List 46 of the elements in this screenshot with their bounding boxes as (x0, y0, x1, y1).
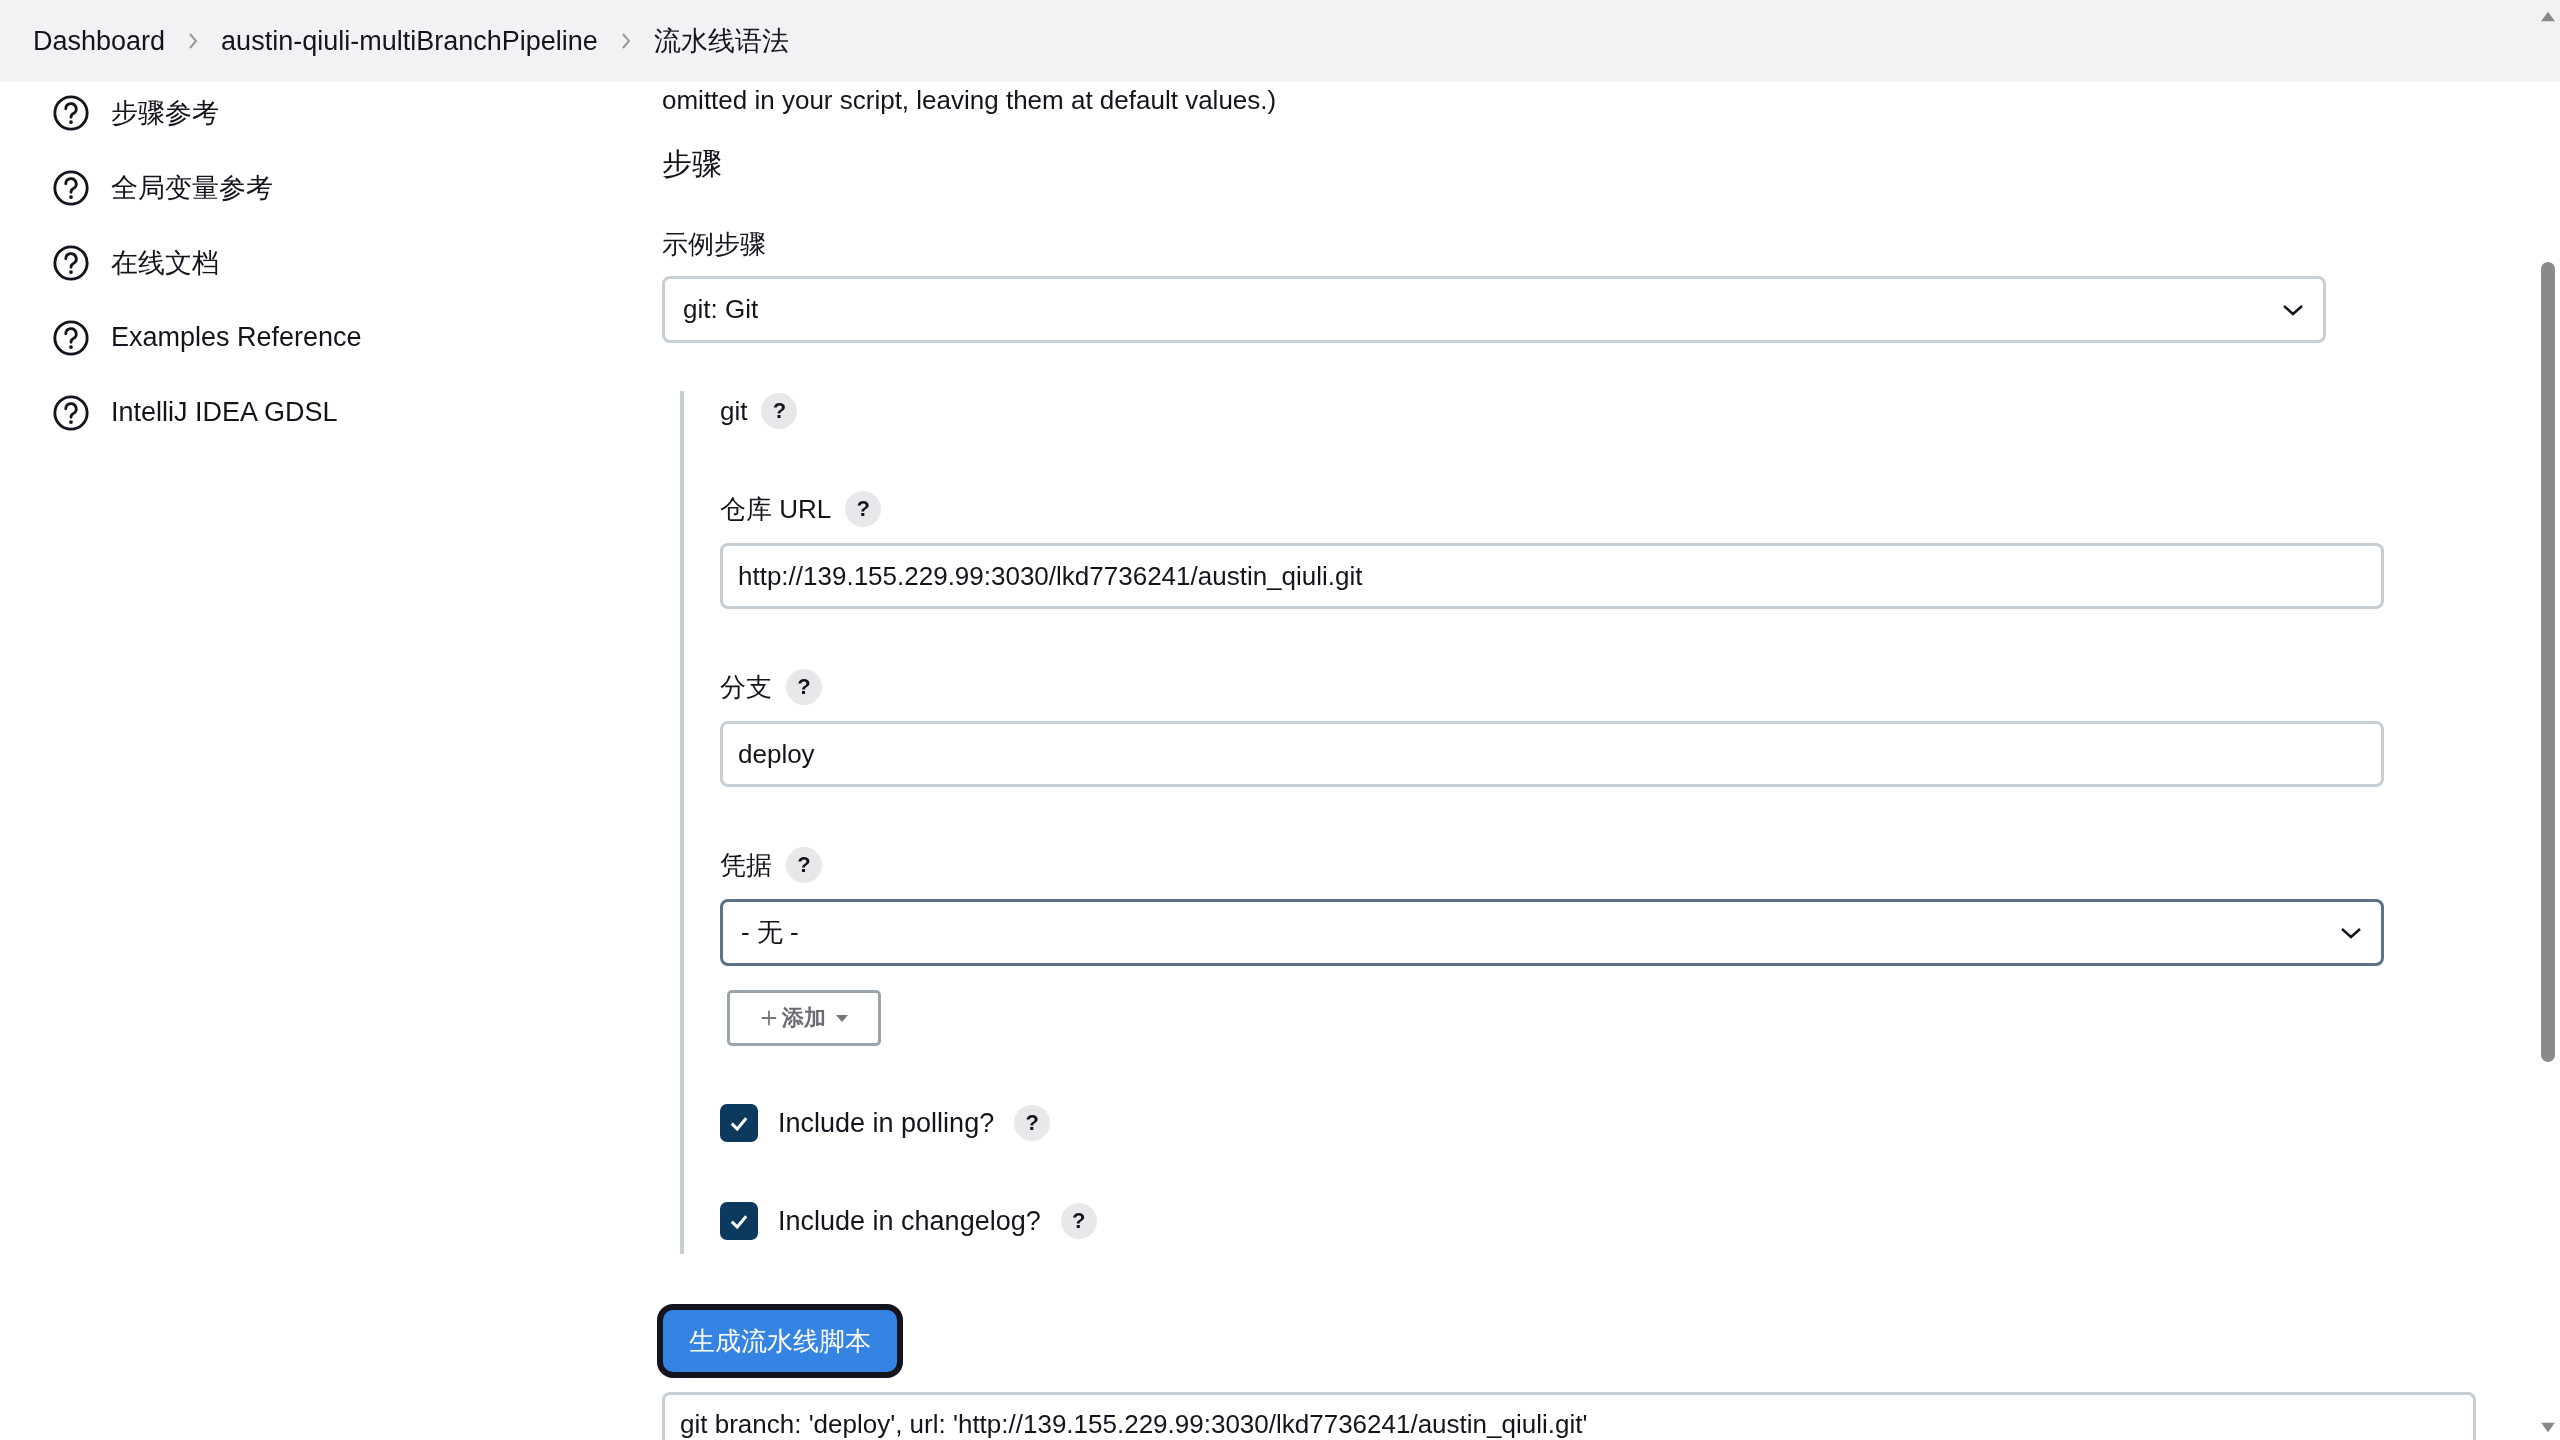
help-button[interactable]: ? (761, 393, 798, 429)
field-label: 仓库 URL (720, 492, 832, 526)
help-icon (52, 168, 90, 207)
help-button[interactable]: ? (845, 491, 882, 527)
checkbox-label: Include in polling? (778, 1107, 995, 1139)
generate-button[interactable]: 生成流水线脚本 (657, 1304, 903, 1378)
intro-text: omitted in your script, leaving them at default values.) (662, 84, 1277, 116)
checkbox[interactable] (720, 1202, 758, 1240)
breadcrumb-link[interactable]: Dashboard (33, 25, 166, 57)
add-button[interactable]: 添加 (727, 990, 881, 1046)
breadcrumb-link[interactable]: austin-qiuli-multiBranchPipeline (221, 25, 598, 57)
input-field[interactable]: http://139.155.229.99:3030/lkd7736241/austin_qiuli.git (720, 543, 2384, 609)
scroll-up-icon[interactable] (2539, 10, 2557, 22)
chevron-right-icon (187, 31, 200, 51)
help-icon (52, 318, 90, 357)
help-button[interactable]: ? (786, 847, 822, 883)
help-button[interactable]: ? (1060, 1203, 1097, 1239)
breadcrumb-link[interactable]: 流水线语法 (653, 23, 789, 59)
sidebar-item[interactable]: Examples Reference (0, 315, 662, 360)
field-label: 示例步骤 (662, 228, 766, 261)
plus-icon (760, 1009, 778, 1027)
help-button[interactable]: ? (786, 669, 822, 705)
chevron-right-icon (619, 31, 632, 51)
credentials-select[interactable]: - 无 - (720, 899, 2384, 966)
chevron-down-icon (2339, 925, 2363, 940)
chevron-down-icon (2281, 302, 2305, 317)
checkbox[interactable] (720, 1104, 758, 1142)
script-output[interactable]: git branch: 'deploy', url: 'http://139.155.229.99:3030/lkd7736241/austin_qiuli.git' (662, 1392, 2476, 1440)
help-button[interactable]: ? (1014, 1105, 1051, 1141)
help-icon (52, 93, 90, 132)
help-icon (52, 393, 90, 432)
field-label: 凭据 (720, 848, 772, 882)
scroll-down-icon[interactable] (2539, 1422, 2557, 1434)
sidebar-item[interactable]: 全局变量参考 (0, 165, 662, 210)
field-label: 分支 (720, 670, 772, 704)
input-field[interactable]: deploy (720, 721, 2384, 787)
section-heading: 步骤 (662, 146, 722, 182)
sidebar-item[interactable]: 步骤参考 (0, 90, 662, 135)
scrollbar-thumb[interactable] (2541, 262, 2555, 1062)
step-title: git (720, 395, 748, 427)
sidebar-item[interactable]: IntelliJ IDEA GDSL (0, 390, 662, 435)
caret-icon (836, 1014, 848, 1022)
checkbox-label: Include in changelog? (778, 1205, 1041, 1237)
step-select[interactable]: git: Git (662, 276, 2326, 343)
help-icon (52, 243, 90, 282)
sidebar-item[interactable]: 在线文档 (0, 240, 662, 285)
